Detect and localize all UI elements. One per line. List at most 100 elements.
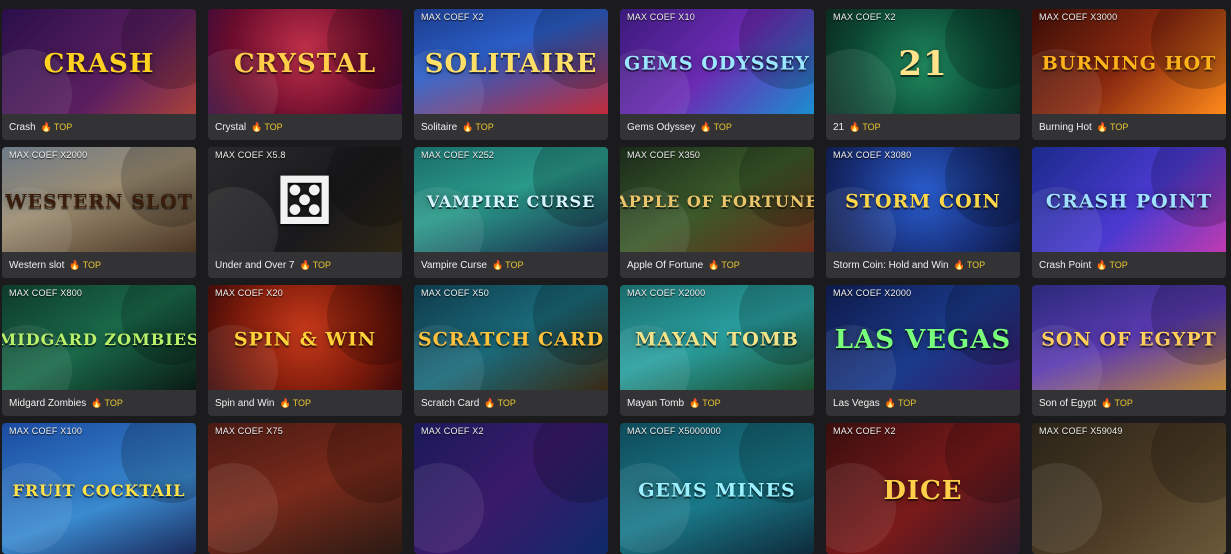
game-card[interactable]: STORM COIN MAX COEF X3080 Storm Coin: Hold…: [826, 147, 1020, 278]
game-info-bar: Solitaire 🔥 TOP: [414, 114, 608, 140]
game-card[interactable]: FRUIT COCKTAILMAX COEF X100🔥TOP: [2, 423, 196, 554]
game-title[interactable]: Under and Over 7: [215, 260, 295, 271]
game-title[interactable]: Western slot: [9, 260, 64, 271]
game-title[interactable]: Vampire Curse: [421, 260, 487, 271]
game-title[interactable]: Storm Coin: Hold and Win: [833, 260, 949, 271]
game-logo-art: CRASH POINT: [1045, 190, 1213, 213]
game-card[interactable]: SCRATCH CARD MAX COEF X50 Scratch Card 🔥 TOP: [414, 285, 608, 416]
game-thumbnail[interactable]: STORM COIN MAX COEF X3080: [826, 147, 1020, 252]
game-title[interactable]: Crash: [9, 122, 36, 133]
game-logo-art: BURNING HOT: [1041, 52, 1217, 75]
game-title[interactable]: Crystal: [215, 122, 246, 133]
game-info-bar: Las Vegas 🔥 TOP: [826, 390, 1020, 416]
game-thumbnail[interactable]: MAX COEF X2: [414, 423, 608, 554]
game-thumbnail[interactable]: MAX COEF X75: [208, 423, 402, 554]
game-card[interactable]: LAS VEGAS MAX COEF X2000 Las Vegas 🔥 TOP: [826, 285, 1020, 416]
top-badge: TOP: [966, 260, 986, 270]
game-title[interactable]: Apple Of Fortune: [627, 260, 703, 271]
game-card[interactable]: MAX COEF X2🔥TOP: [414, 423, 608, 554]
game-card[interactable]: SOLITAIRE MAX COEF X2 Solitaire 🔥 TOP: [414, 9, 608, 140]
game-info-bar: Western slot 🔥 TOP: [2, 252, 196, 278]
max-coef-label: MAX COEF X100: [9, 426, 83, 436]
game-card[interactable]: DICEMAX COEF X2🔥TOP: [826, 423, 1020, 554]
game-info-bar: Scratch Card 🔥 TOP: [414, 390, 608, 416]
game-thumbnail[interactable]: ⚄ MAX COEF X5.8: [208, 147, 402, 252]
game-card[interactable]: MAYAN TOMB MAX COEF X2000 Mayan Tomb 🔥 TOP: [620, 285, 814, 416]
game-thumbnail[interactable]: SCRATCH CARD MAX COEF X50: [414, 285, 608, 390]
game-info-bar: 21 🔥 TOP: [826, 114, 1020, 140]
game-info-bar: Mayan Tomb 🔥 TOP: [620, 390, 814, 416]
game-thumbnail[interactable]: CRYSTAL: [208, 9, 402, 114]
game-thumbnail[interactable]: VAMPIRE CURSE MAX COEF X252: [414, 147, 608, 252]
game-thumbnail[interactable]: SOLITAIRE MAX COEF X2: [414, 9, 608, 114]
game-card[interactable]: MIDGARD ZOMBIES MAX COEF X800 Midgard Zomb…: [2, 285, 196, 416]
game-card[interactable]: ⚄ MAX COEF X5.8 Under and Over 7 🔥 TOP: [208, 147, 402, 278]
game-card[interactable]: CRASH Crash 🔥 TOP: [2, 9, 196, 140]
game-thumbnail[interactable]: FRUIT COCKTAIL MAX COEF X100: [2, 423, 196, 554]
game-title[interactable]: Crash Point: [1039, 260, 1091, 271]
game-thumbnail[interactable]: 21 MAX COEF X2: [826, 9, 1020, 114]
max-coef-label: MAX COEF X3080: [833, 150, 912, 160]
game-logo-art: FRUIT COCKTAIL: [12, 481, 186, 501]
game-thumbnail[interactable]: CRASH: [2, 9, 196, 114]
thumbnail-glow: [208, 463, 278, 553]
game-card[interactable]: BURNING HOT MAX COEF X3000 Burning Hot 🔥 TOP: [1032, 9, 1226, 140]
game-card[interactable]: GEMS MINESMAX COEF X5000000🔥TOP: [620, 423, 814, 554]
game-title[interactable]: Spin and Win: [215, 398, 274, 409]
game-thumbnail[interactable]: APPLE OF FORTUNE MAX COEF X350: [620, 147, 814, 252]
game-thumbnail[interactable]: MAYAN TOMB MAX COEF X2000: [620, 285, 814, 390]
game-title[interactable]: Burning Hot: [1039, 122, 1092, 133]
game-logo-art: SON OF EGYPT: [1041, 328, 1217, 351]
game-card[interactable]: WESTERN SLOT MAX COEF X2000 Western slot 🔥 T…: [2, 147, 196, 278]
game-card[interactable]: GEMS ODYSSEY MAX COEF X10 Gems Odyssey 🔥 TOP: [620, 9, 814, 140]
game-thumbnail[interactable]: SON OF EGYPT: [1032, 285, 1226, 390]
top-badge: TOP: [104, 398, 123, 408]
game-card[interactable]: VAMPIRE CURSE MAX COEF X252 Vampire Curse 🔥…: [414, 147, 608, 278]
game-thumbnail[interactable]: GEMS MINES MAX COEF X5000000: [620, 423, 814, 554]
thumbnail-glow: [533, 423, 608, 503]
game-card[interactable]: CRASH POINT Crash Point 🔥 TOP: [1032, 147, 1226, 278]
game-info-bar: Spin and Win 🔥 TOP: [208, 390, 402, 416]
game-thumbnail[interactable]: BURNING HOT MAX COEF X3000: [1032, 9, 1226, 114]
game-logo-art: VAMPIRE CURSE: [426, 191, 596, 211]
game-thumbnail[interactable]: WESTERN SLOT MAX COEF X2000: [2, 147, 196, 252]
game-card[interactable]: CRYSTAL Crystal 🔥 TOP: [208, 9, 402, 140]
game-logo-art: APPLE OF FORTUNE: [620, 191, 814, 211]
thumbnail-glow: [1151, 9, 1226, 89]
thumbnail-glow: [121, 285, 196, 365]
game-thumbnail[interactable]: SPIN & WIN MAX COEF X20: [208, 285, 402, 390]
game-title[interactable]: Midgard Zombies: [9, 398, 86, 409]
game-card[interactable]: MAX COEF X75🔥TOP: [208, 423, 402, 554]
flame-icon: 🔥: [251, 121, 263, 132]
game-thumbnail[interactable]: MIDGARD ZOMBIES MAX COEF X800: [2, 285, 196, 390]
max-coef-label: MAX COEF X800: [9, 288, 83, 298]
game-card[interactable]: APPLE OF FORTUNE MAX COEF X350 Apple Of Fo…: [620, 147, 814, 278]
flame-icon: 🔥: [708, 259, 720, 270]
game-thumbnail[interactable]: MAX COEF X59049: [1032, 423, 1226, 554]
game-thumbnail[interactable]: DICE MAX COEF X2: [826, 423, 1020, 554]
thumbnail-glow: [826, 49, 896, 114]
game-title[interactable]: 21: [833, 122, 844, 133]
game-title[interactable]: Gems Odyssey: [627, 122, 695, 133]
thumbnail-glow: [739, 9, 814, 89]
game-title[interactable]: Son of Egypt: [1039, 398, 1096, 409]
game-card[interactable]: MAX COEF X59049🔥TOP: [1032, 423, 1226, 554]
game-logo-art: MIDGARD ZOMBIES: [2, 329, 196, 349]
game-title[interactable]: Mayan Tomb: [627, 398, 684, 409]
game-thumbnail[interactable]: LAS VEGAS MAX COEF X2000: [826, 285, 1020, 390]
flame-icon: 🔥: [884, 397, 896, 408]
game-title[interactable]: Scratch Card: [421, 398, 479, 409]
game-info-bar: Burning Hot 🔥 TOP: [1032, 114, 1226, 140]
game-thumbnail[interactable]: CRASH POINT: [1032, 147, 1226, 252]
game-card[interactable]: 21 MAX COEF X2 21 🔥 TOP: [826, 9, 1020, 140]
game-card[interactable]: SPIN & WIN MAX COEF X20 Spin and Win 🔥 TOP: [208, 285, 402, 416]
thumbnail-glow: [739, 285, 814, 365]
game-logo-art: MAYAN TOMB: [635, 328, 799, 351]
max-coef-label: MAX COEF X2: [421, 12, 484, 22]
top-badge: TOP: [721, 260, 740, 270]
game-title[interactable]: Solitaire: [421, 122, 457, 133]
game-title[interactable]: Las Vegas: [833, 398, 880, 409]
game-card[interactable]: SON OF EGYPT Son of Egypt 🔥 TOP: [1032, 285, 1226, 416]
game-thumbnail[interactable]: GEMS ODYSSEY MAX COEF X10: [620, 9, 814, 114]
max-coef-label: MAX COEF X59049: [1039, 426, 1123, 436]
